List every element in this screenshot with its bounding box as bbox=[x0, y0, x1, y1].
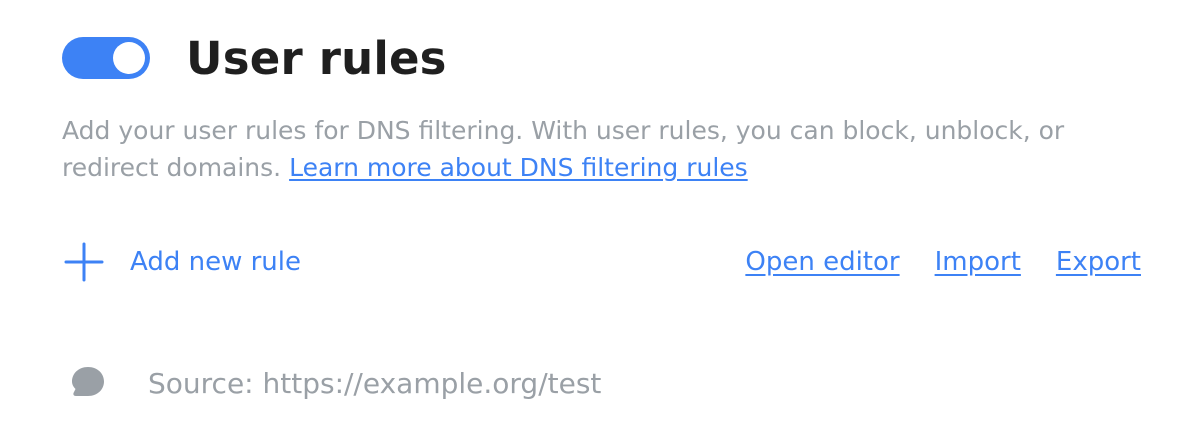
rule-text: Source: https://example.org/test bbox=[148, 366, 602, 400]
learn-more-link[interactable]: Learn more about DNS filtering rules bbox=[289, 153, 748, 182]
actions-bar: Add new rule Open editor Import Export bbox=[62, 240, 1141, 284]
rule-item[interactable]: Source: https://example.org/test bbox=[68, 360, 601, 406]
header: User rules bbox=[62, 28, 447, 88]
user-rules-toggle[interactable] bbox=[62, 37, 150, 79]
action-links: Open editor Import Export bbox=[710, 247, 1141, 277]
add-new-rule-label: Add new rule bbox=[130, 247, 301, 277]
description: Add your user rules for DNS filtering. W… bbox=[62, 112, 1162, 186]
comment-icon bbox=[72, 367, 104, 396]
page-title: User rules bbox=[186, 31, 447, 85]
export-link[interactable]: Export bbox=[1056, 247, 1141, 277]
add-new-rule-button[interactable]: Add new rule bbox=[62, 240, 301, 284]
plus-icon bbox=[64, 242, 104, 282]
toggle-knob bbox=[113, 42, 145, 74]
import-link[interactable]: Import bbox=[935, 247, 1021, 277]
open-editor-link[interactable]: Open editor bbox=[745, 247, 899, 277]
